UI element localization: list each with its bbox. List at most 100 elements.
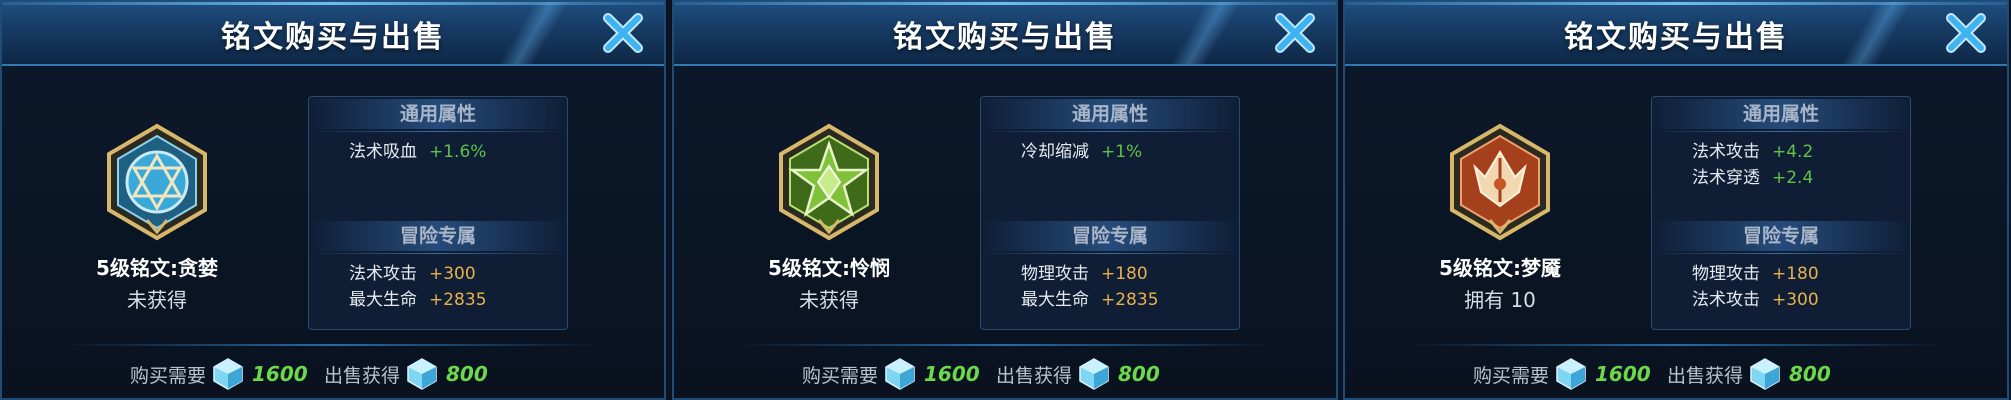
rune-trade-panel: 铭文购买与出售 5级铭文:贪婪 未获得 通用属性 法术吸血 +1.6% 冒险专属…	[0, 0, 666, 400]
crystal-gem-icon	[885, 358, 915, 390]
rune-name: 5级铭文:怜悯	[768, 256, 890, 280]
attribute-value: +2.4	[1772, 168, 1814, 188]
title-bar: 铭文购买与出售	[2, 2, 664, 66]
attribute-row: 最大生命 +2835	[981, 287, 1239, 313]
crystal-gem-icon	[213, 358, 243, 390]
price-footer: 购买需要 1600 出售获得 800	[1345, 354, 2007, 394]
sell-price-button[interactable]: 出售获得 800	[324, 354, 488, 394]
rune-name: 5级铭文:贪婪	[96, 256, 218, 280]
buy-label: 购买需要	[130, 364, 207, 387]
buy-price: 1600	[252, 362, 308, 386]
attribute-row: 法术穿透 +2.4	[1652, 165, 1910, 191]
attribute-value: +180	[1101, 264, 1148, 284]
general-attributes-list: 法术攻击 +4.2 法术穿透 +2.4	[1652, 139, 1910, 191]
rune-trade-panel: 铭文购买与出售 5级铭文:怜悯 未获得 通用属性 冷却缩减 +1% 冒险专属 物…	[672, 0, 1338, 400]
title-bar: 铭文购买与出售	[1345, 2, 2007, 66]
attribute-row: 冷却缩减 +1%	[981, 139, 1239, 165]
divider	[1652, 253, 1910, 254]
attribute-label: 法术攻击	[1692, 142, 1760, 162]
attribute-label: 物理攻击	[1692, 264, 1760, 284]
panel-title: 铭文购买与出售	[1564, 20, 1788, 55]
rune-ownership-status: 拥有 10	[1464, 288, 1536, 312]
adventure-attributes-header: 冒险专属	[981, 221, 1239, 251]
sell-price-button[interactable]: 出售获得 800	[996, 354, 1160, 394]
attribute-label: 法术吸血	[349, 142, 417, 162]
attribute-label: 物理攻击	[1021, 264, 1089, 284]
divider	[1652, 131, 1910, 132]
attribute-value: +2835	[1101, 290, 1159, 310]
title-bar: 铭文购买与出售	[674, 2, 1336, 66]
close-x-icon[interactable]	[1272, 10, 1318, 56]
general-attributes-header: 通用属性	[309, 99, 567, 129]
general-attributes-list: 法术吸血 +1.6%	[309, 139, 567, 165]
crystal-gem-icon	[1750, 358, 1780, 390]
attribute-row: 物理攻击 +180	[981, 261, 1239, 287]
attribute-row: 法术吸血 +1.6%	[309, 139, 567, 165]
footer-divider	[62, 344, 604, 346]
buy-price-button[interactable]: 购买需要 1600	[1473, 354, 1651, 394]
attribute-label: 最大生命	[1021, 290, 1089, 310]
adventure-attributes-list: 物理攻击 +180 法术攻击 +300	[1652, 261, 1910, 313]
rune-ownership-status: 未获得	[799, 288, 859, 312]
adventure-attributes-header: 冒险专属	[309, 221, 567, 251]
adventure-attributes-header: 冒险专属	[1652, 221, 1910, 251]
panel-title: 铭文购买与出售	[221, 20, 445, 55]
close-x-icon[interactable]	[600, 10, 646, 56]
attribute-value: +2835	[429, 290, 487, 310]
attribute-value: +1%	[1101, 142, 1143, 162]
general-attributes-header: 通用属性	[1652, 99, 1910, 129]
rune-name: 5级铭文:梦魇	[1439, 256, 1561, 280]
price-footer: 购买需要 1600 出售获得 800	[2, 354, 664, 394]
rune-trade-panel: 铭文购买与出售 5级铭文:梦魇 拥有 10 通用属性 法术攻击 +4.2 法术穿…	[1343, 0, 2009, 400]
panel-title: 铭文购买与出售	[893, 20, 1117, 55]
price-footer: 购买需要 1600 出售获得 800	[674, 354, 1336, 394]
close-x-icon[interactable]	[1943, 10, 1989, 56]
attribute-box: 通用属性 冷却缩减 +1% 冒险专属 物理攻击 +180 最大生命 +2835	[980, 96, 1240, 330]
buy-price: 1600	[924, 362, 980, 386]
divider	[981, 131, 1239, 132]
attribute-row: 法术攻击 +300	[1652, 287, 1910, 313]
sell-price: 800	[1789, 362, 1831, 386]
attribute-value: +300	[1772, 290, 1819, 310]
attribute-box: 通用属性 法术攻击 +4.2 法术穿透 +2.4 冒险专属 物理攻击 +180 法术攻…	[1651, 96, 1911, 330]
rune-ownership-status: 未获得	[127, 288, 187, 312]
attribute-row: 法术攻击 +300	[309, 261, 567, 287]
sell-price: 800	[446, 362, 488, 386]
rune-shop-screens: 铭文购买与出售 5级铭文:贪婪 未获得 通用属性 法术吸血 +1.6% 冒险专属…	[0, 0, 2011, 400]
buy-price-button[interactable]: 购买需要 1600	[802, 354, 980, 394]
sell-price: 800	[1118, 362, 1160, 386]
green-star-rune-icon	[774, 122, 884, 242]
attribute-row: 法术攻击 +4.2	[1652, 139, 1910, 165]
attribute-label: 冷却缩减	[1021, 142, 1089, 162]
sell-price-button[interactable]: 出售获得 800	[1667, 354, 1831, 394]
buy-label: 购买需要	[802, 364, 879, 387]
general-attributes-header: 通用属性	[981, 99, 1239, 129]
attribute-value: +300	[429, 264, 476, 284]
adventure-attributes-list: 法术攻击 +300 最大生命 +2835	[309, 261, 567, 313]
attribute-label: 最大生命	[349, 290, 417, 310]
attribute-label: 法术穿透	[1692, 168, 1760, 188]
sell-label: 出售获得	[1667, 364, 1744, 387]
sell-label: 出售获得	[324, 364, 401, 387]
footer-divider	[1405, 344, 1947, 346]
divider	[309, 253, 567, 254]
buy-price: 1600	[1595, 362, 1651, 386]
blue-hexagram-rune-icon	[102, 122, 212, 242]
general-attributes-list: 冷却缩减 +1%	[981, 139, 1239, 165]
attribute-value: +1.6%	[429, 142, 487, 162]
divider	[309, 131, 567, 132]
buy-price-button[interactable]: 购买需要 1600	[130, 354, 308, 394]
crystal-gem-icon	[407, 358, 437, 390]
attribute-value: +4.2	[1772, 142, 1814, 162]
red-wing-rune-icon	[1445, 122, 1555, 242]
crystal-gem-icon	[1556, 358, 1586, 390]
sell-label: 出售获得	[996, 364, 1073, 387]
attribute-row: 物理攻击 +180	[1652, 261, 1910, 287]
divider	[981, 253, 1239, 254]
attribute-label: 法术攻击	[1692, 290, 1760, 310]
attribute-label: 法术攻击	[349, 264, 417, 284]
attribute-value: +180	[1772, 264, 1819, 284]
attribute-row: 最大生命 +2835	[309, 287, 567, 313]
crystal-gem-icon	[1079, 358, 1109, 390]
footer-divider	[734, 344, 1276, 346]
